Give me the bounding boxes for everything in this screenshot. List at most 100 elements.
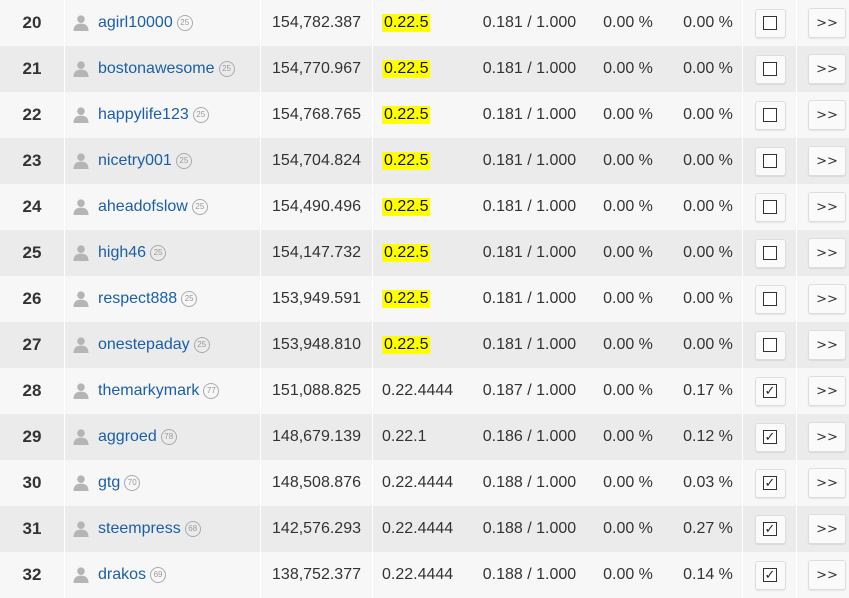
witness-name-link[interactable]: high46 (98, 244, 146, 262)
column-divider (372, 322, 373, 368)
missed-percent-2: 0.00 % (683, 290, 733, 307)
vote-button[interactable] (754, 238, 786, 268)
version-text: 0.22.5 (382, 14, 431, 32)
vote-button[interactable]: ✓ (754, 468, 786, 498)
vote-button[interactable] (754, 330, 786, 360)
witness-user-cell: bostonawesome 25 (72, 46, 260, 92)
vote-button[interactable] (754, 54, 786, 84)
version-cell: 0.22.5 (382, 92, 472, 138)
missed-percent: 0.00 % (603, 382, 653, 399)
witness-user-cell: aheadofslow 25 (72, 184, 260, 230)
details-button[interactable]: >> (808, 146, 846, 176)
table-row: 25 high46 25 154,147.732 0.22.5 0.181 / … (0, 230, 849, 276)
details-button[interactable]: >> (808, 238, 846, 268)
missed-percent: 0.00 % (603, 152, 653, 169)
details-button[interactable]: >> (808, 284, 846, 314)
column-divider (372, 46, 373, 92)
column-divider (64, 138, 65, 184)
rank-number: 29 (22, 427, 42, 446)
column-divider (64, 506, 65, 552)
witness-name-link[interactable]: onestepaday (98, 336, 190, 354)
reputation-badge: 25 (176, 15, 193, 31)
column-divider (742, 276, 743, 322)
column-divider (742, 414, 743, 460)
vote-button[interactable]: ✓ (754, 514, 786, 544)
reputation-badge: 25 (175, 153, 192, 169)
details-button[interactable]: >> (808, 100, 846, 130)
missed-percent-2: 0.00 % (683, 244, 733, 261)
missed-percent: 0.00 % (603, 60, 653, 77)
witness-name-link[interactable]: agirl10000 (98, 14, 173, 32)
details-button[interactable]: >> (808, 514, 846, 544)
column-divider (372, 276, 373, 322)
vote-cell: ✓ (752, 552, 788, 598)
checkbox-empty-icon (763, 292, 777, 306)
witness-user-cell: themarkymark 77 (72, 368, 260, 414)
rank-number: 26 (22, 289, 42, 308)
vote-button[interactable] (754, 192, 786, 222)
details-button[interactable]: >> (808, 422, 846, 452)
person-icon (72, 290, 90, 308)
details-cell: >> (808, 46, 848, 92)
details-button[interactable]: >> (808, 54, 846, 84)
witness-name-link[interactable]: nicetry001 (98, 152, 172, 170)
details-button[interactable]: >> (808, 376, 846, 406)
vote-cell (752, 92, 788, 138)
witness-name-link[interactable]: aggroed (98, 428, 157, 446)
column-divider (64, 322, 65, 368)
witness-user-cell: respect888 25 (72, 276, 260, 322)
version-text: 0.22.4444 (382, 382, 454, 399)
version-cell: 0.22.5 (382, 46, 472, 92)
witness-name-link[interactable]: bostonawesome (98, 60, 215, 78)
details-button[interactable]: >> (808, 192, 846, 222)
witness-name-link[interactable]: themarkymark (98, 382, 199, 400)
witness-user-cell: onestepaday 25 (72, 322, 260, 368)
checkbox-empty-icon (763, 16, 777, 30)
version-cell: 0.22.4444 (382, 368, 472, 414)
witness-name-link[interactable]: respect888 (98, 290, 177, 308)
params-value: 0.188 / 1.000 (482, 474, 577, 491)
params-value: 0.188 / 1.000 (482, 520, 577, 537)
witness-name-link[interactable]: gtg (98, 474, 120, 492)
witness-name-link[interactable]: steempress (98, 520, 181, 538)
missed-percent: 0.00 % (603, 474, 653, 491)
version-text: 0.22.5 (382, 106, 431, 124)
reputation-badge: 70 (124, 475, 141, 491)
vote-button[interactable]: ✓ (754, 422, 786, 452)
column-divider (372, 368, 373, 414)
witness-name-link[interactable]: aheadofslow (98, 198, 188, 216)
vote-button[interactable] (754, 8, 786, 38)
column-divider (796, 230, 797, 276)
checkbox-empty-icon (763, 154, 777, 168)
version-text: 0.22.5 (382, 152, 431, 170)
column-divider (796, 368, 797, 414)
version-text: 0.22.4444 (382, 474, 454, 491)
details-button[interactable]: >> (808, 560, 846, 590)
reputation-badge: 25 (192, 107, 209, 123)
details-button[interactable]: >> (808, 330, 846, 360)
vote-button[interactable] (754, 100, 786, 130)
vote-weight: 153,948.810 (272, 336, 361, 353)
version-text: 0.22.5 (382, 198, 431, 216)
missed-percent-2: 0.00 % (683, 14, 733, 31)
version-text: 0.22.5 (382, 290, 431, 308)
vote-button[interactable]: ✓ (754, 376, 786, 406)
vote-button[interactable] (754, 284, 786, 314)
person-icon (72, 106, 90, 124)
details-button[interactable]: >> (808, 468, 846, 498)
witness-name-link[interactable]: drakos (98, 566, 146, 584)
vote-button[interactable] (754, 146, 786, 176)
witness-name-link[interactable]: happylife123 (98, 106, 189, 124)
vote-weight: 151,088.825 (272, 382, 361, 399)
vote-cell (752, 46, 788, 92)
rank-number: 20 (22, 13, 42, 32)
details-button[interactable]: >> (808, 8, 846, 38)
column-divider (796, 414, 797, 460)
vote-button[interactable]: ✓ (754, 560, 786, 590)
params-value: 0.188 / 1.000 (482, 566, 577, 583)
checkbox-checked-icon: ✓ (763, 429, 777, 445)
details-cell: >> (808, 138, 848, 184)
column-divider (64, 276, 65, 322)
column-divider (64, 552, 65, 598)
version-cell: 0.22.5 (382, 230, 472, 276)
